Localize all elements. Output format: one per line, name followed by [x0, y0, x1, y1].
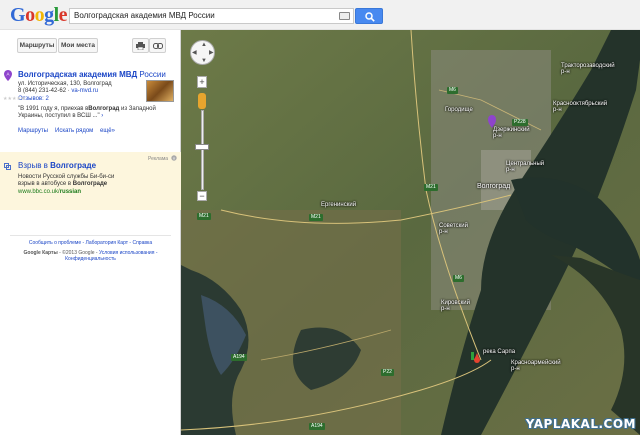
ad-desc-line1: Новости Русской службы Би-би-си	[18, 174, 115, 180]
map-label-kirovsky: Кировский р-н	[441, 300, 470, 312]
info-icon[interactable]	[171, 155, 177, 161]
pan-left-icon[interactable]: ◀	[192, 50, 197, 56]
pan-control[interactable]: ▲ ◀ ▶ ▼	[190, 40, 215, 65]
search-icon	[365, 12, 375, 22]
footer-privacy-link[interactable]: Конфиденциальность	[0, 256, 181, 262]
map-label-gorodishche: Городище	[445, 107, 473, 113]
map-label-river: река Сарпа	[483, 349, 516, 355]
map-view[interactable]: Городище Дзержинский р-н Тракторозаводск…	[181, 30, 640, 435]
map-label-tsentralny: Центральный р-н	[506, 161, 545, 173]
keyboard-icon[interactable]	[339, 12, 350, 20]
routes-button[interactable]: Маршруты	[17, 38, 57, 53]
top-bar: Google Волгоградская академия МВД России	[0, 0, 640, 30]
result-snippet-line1: "В 1991 году я, приехав вВолгоград из За…	[18, 106, 156, 112]
link-button[interactable]	[149, 38, 166, 53]
ad-badge: Реклама	[148, 156, 169, 162]
zoom-out-button[interactable]: −	[197, 191, 207, 201]
result-photo[interactable]	[146, 80, 174, 102]
road-badge: Р22	[381, 369, 394, 376]
search-result[interactable]: A Волгоградская академия МВД России ул. …	[0, 68, 181, 146]
pegman-icon[interactable]	[198, 93, 206, 109]
result-nearby-link[interactable]: Искать рядом	[55, 128, 93, 134]
road-badge: M21	[309, 214, 323, 221]
sidebar: Маршруты Мои места A Волгоградская акаде…	[0, 30, 181, 435]
result-routes-link[interactable]: Маршруты	[18, 128, 48, 134]
svg-text:A: A	[6, 72, 9, 77]
footer-links[interactable]: Сообщить о проблеме - Лаборатория Карт -…	[10, 235, 171, 246]
map-label-traktorozavodsky: Тракторозаводский р-н	[561, 63, 615, 75]
ad-title[interactable]: Взрыв в Волгограде	[18, 161, 96, 170]
google-logo[interactable]: Google	[10, 4, 68, 27]
pan-right-icon[interactable]: ▶	[209, 50, 214, 56]
my-places-button[interactable]: Мои места	[58, 38, 98, 53]
map-label-yergeninsky: Ергенинский	[321, 202, 357, 208]
map-label-krasnoarmeysky: Красноармейский р-н	[511, 360, 561, 372]
zoom-in-button[interactable]: +	[197, 76, 207, 88]
result-more-link[interactable]: ещё»	[100, 128, 115, 134]
print-button[interactable]	[132, 38, 149, 53]
result-snippet-line2: Украины, поступил в ВСШ ..." ›	[18, 113, 104, 119]
ad-block[interactable]: Реклама Взрыв в Волгограде Новости Русск…	[0, 152, 181, 210]
print-icon	[136, 42, 145, 51]
result-phone-line: 8 (844) 231-42-62 · va-mvd.ru	[18, 88, 99, 94]
rating-stars: ★★★★★	[3, 96, 26, 102]
pan-down-icon[interactable]: ▼	[201, 58, 207, 64]
zoom-slider-handle[interactable]	[195, 144, 209, 150]
map-label-volgograd: Волгоград	[477, 183, 511, 190]
road-badge: M21	[197, 213, 211, 220]
watermark: YAPLAKAL.COM	[525, 417, 636, 431]
ad-desc-line2: взрыв в автобусе в Волгограде	[18, 181, 108, 187]
result-site-link[interactable]: va-mvd.ru	[71, 88, 98, 94]
place-marker-icon: A	[4, 70, 12, 81]
road-badge: M6	[453, 275, 464, 282]
road-badge: M6	[447, 87, 458, 94]
map-label-dzerzhinsky: Дзержинский р-н	[493, 127, 530, 139]
road-badge: P228	[512, 119, 528, 126]
sidebar-footer: Сообщить о проблеме - Лаборатория Карт -…	[0, 235, 181, 262]
ad-url[interactable]: www.bbc.co.uk/russian	[18, 189, 81, 195]
result-address: ул. Историческая, 130, Волгоград	[18, 81, 112, 87]
search-button[interactable]	[355, 8, 383, 24]
search-input-value: Волгоградская академия МВД России	[74, 11, 215, 20]
ad-marker-icon	[4, 163, 11, 170]
road-badge: A194	[231, 354, 247, 361]
road-badge: A194	[309, 423, 325, 430]
zoom-slider[interactable]	[201, 110, 204, 190]
link-icon	[152, 43, 163, 49]
result-title[interactable]: Волгоградская академия МВД России	[18, 70, 166, 79]
map-label-krasnooktyabrsky: Краснооктябрьский р-н	[553, 101, 608, 113]
map-label-sovetsky: Советский р-н	[439, 223, 468, 235]
road-badge: M21	[424, 184, 438, 191]
satellite-map	[181, 30, 640, 435]
pan-up-icon[interactable]: ▲	[201, 42, 207, 48]
search-input[interactable]: Волгоградская академия МВД России	[69, 8, 354, 24]
